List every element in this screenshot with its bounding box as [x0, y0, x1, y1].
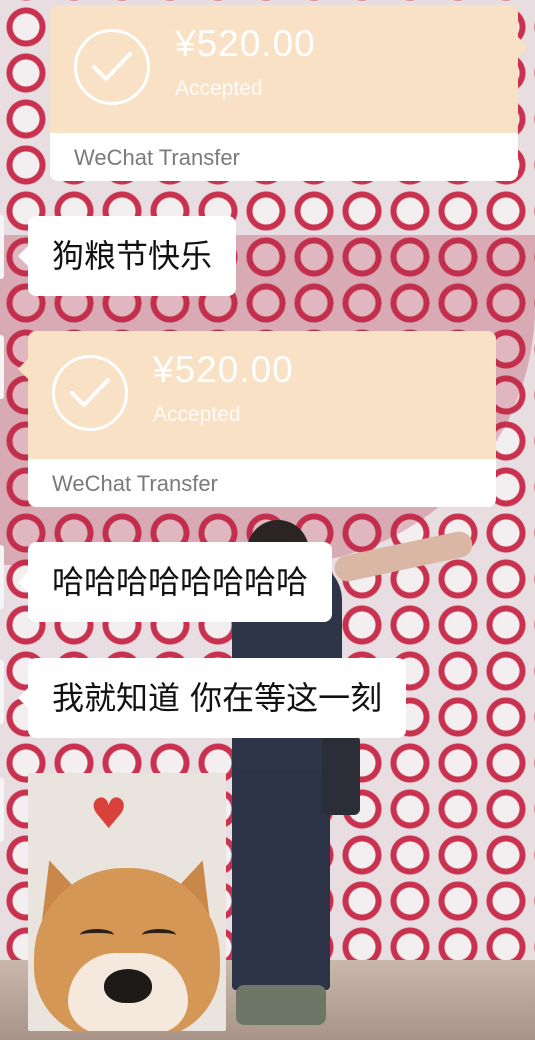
wallpaper-person-bag [322, 735, 360, 815]
bubble-tail [18, 246, 28, 266]
transfer-label: WeChat Transfer [74, 145, 240, 170]
avatar[interactable] [0, 545, 4, 609]
transfer-amount: ¥520.00 [153, 349, 294, 390]
shiba-dog-heart-sticker[interactable]: ♥ [28, 773, 226, 1031]
avatar[interactable] [0, 335, 4, 399]
transfer-message-card[interactable]: ¥520.00 Accepted WeChat Transfer [50, 5, 528, 181]
transfer-card-footer: WeChat Transfer [28, 459, 496, 507]
text-message-bubble[interactable]: 我就知道 你在等这一刻 [18, 658, 407, 738]
dog-eye [142, 929, 176, 941]
heart-icon: ♥ [90, 789, 128, 838]
message-text: 哈哈哈哈哈哈哈哈 [52, 563, 309, 601]
bubble-tail [18, 572, 28, 592]
avatar[interactable] [0, 778, 4, 842]
transfer-amount: ¥520.00 [175, 23, 316, 64]
dog-eye [80, 929, 114, 941]
check-circle-icon [74, 29, 150, 105]
transfer-status: Accepted [153, 403, 241, 426]
avatar[interactable] [0, 215, 4, 279]
transfer-message-card[interactable]: ¥520.00 Accepted WeChat Transfer [18, 331, 496, 507]
transfer-card-footer: WeChat Transfer [50, 133, 518, 181]
transfer-card-header: ¥520.00 Accepted [50, 5, 528, 133]
check-circle-icon [52, 355, 128, 431]
text-message-bubble[interactable]: 狗粮节快乐 [18, 216, 237, 296]
avatar[interactable] [0, 660, 4, 724]
message-text: 狗粮节快乐 [52, 237, 213, 275]
wallpaper-person-feet [236, 985, 326, 1025]
dog-nose [104, 969, 152, 1003]
wallpaper-person-legs [232, 740, 330, 990]
message-text: 我就知道 你在等这一刻 [52, 679, 383, 717]
bubble-tail [18, 359, 28, 379]
bubble-tail [518, 37, 528, 57]
bubble-tail [18, 688, 28, 708]
transfer-status: Accepted [175, 77, 263, 100]
transfer-label: WeChat Transfer [52, 471, 218, 496]
text-message-bubble[interactable]: 哈哈哈哈哈哈哈哈 [18, 542, 333, 622]
transfer-card-header: ¥520.00 Accepted [18, 331, 496, 459]
